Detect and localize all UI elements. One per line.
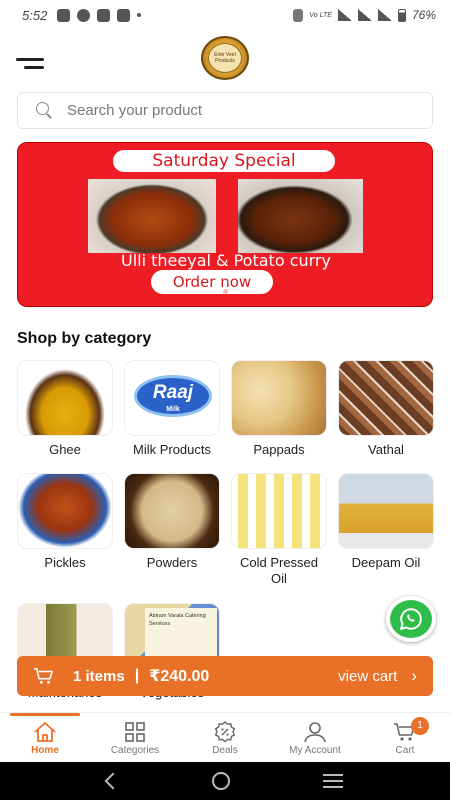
cart-badge: 1 xyxy=(411,717,429,735)
separator: | xyxy=(134,667,140,684)
category-label: Milk Products xyxy=(132,442,212,457)
nav-label: Categories xyxy=(110,745,160,756)
promo-banner[interactable]: Saturday Special Ulli theeyal & Potato c… xyxy=(17,142,433,307)
nav-label: My Account xyxy=(289,745,341,756)
signal-icon xyxy=(357,9,372,21)
category-label: Cold Pressed Oil xyxy=(239,555,319,586)
grid-icon xyxy=(125,722,145,742)
whatsapp-button[interactable] xyxy=(386,596,436,642)
category-grid: Ghee Raaj Milk Milk Products Pappads Vath… xyxy=(17,360,437,705)
view-cart-bar[interactable]: 1 items | ₹240.00 view cart › xyxy=(17,656,433,696)
nav-cart[interactable]: 1 Cart xyxy=(360,717,450,756)
banner-title: Saturday Special xyxy=(113,150,335,172)
section-title: Shop by category xyxy=(17,330,152,347)
category-deepam-oil[interactable]: Deepam Oil xyxy=(338,473,434,571)
home-icon xyxy=(34,722,56,742)
category-pickles[interactable]: Pickles xyxy=(17,473,113,571)
search-input[interactable] xyxy=(67,102,387,119)
search-icon xyxy=(36,102,53,119)
category-vathal[interactable]: Vathal xyxy=(338,360,434,458)
discount-icon xyxy=(214,721,236,743)
system-status-icons: Vo LTE 76% xyxy=(293,8,436,22)
category-cold-pressed-oil[interactable]: Cold Pressed Oil xyxy=(231,473,327,587)
wifi-icon xyxy=(337,9,352,21)
nav-label: Cart xyxy=(395,745,415,756)
category-label: Powders xyxy=(146,555,198,570)
cart-item-count: 1 items xyxy=(73,667,125,685)
menu-button[interactable] xyxy=(16,56,48,74)
mail-notification-icon xyxy=(117,8,131,22)
nav-home[interactable]: Home xyxy=(0,721,90,756)
home-circle-icon[interactable] xyxy=(211,772,230,790)
whatsapp-icon xyxy=(399,608,422,631)
chevron-right-icon: › xyxy=(411,666,417,685)
category-label: Deepam Oil xyxy=(351,555,421,570)
menu-icon xyxy=(16,58,44,61)
cart-icon xyxy=(34,667,53,684)
pickles-image xyxy=(17,473,113,549)
signal-icon xyxy=(377,9,392,21)
settings-notification-icon xyxy=(77,8,91,22)
status-time: 5:52 xyxy=(22,7,48,23)
cold-pressed-oil-image xyxy=(231,473,327,549)
view-cart-label: view cart xyxy=(338,667,398,685)
potato-curry-image xyxy=(238,179,363,253)
category-label: Pickles xyxy=(44,555,86,570)
more-notifications-icon xyxy=(137,13,142,17)
cart-total: ₹240.00 xyxy=(149,668,210,685)
recents-icon[interactable] xyxy=(323,774,344,788)
banner-subtitle: Ulli theeyal & Potato curry xyxy=(121,251,331,270)
system-navigation-bar xyxy=(0,762,450,800)
order-now-button[interactable]: Order now xyxy=(151,270,273,294)
active-tab-indicator xyxy=(10,713,80,716)
ghee-image xyxy=(17,360,113,436)
category-ghee[interactable]: Ghee xyxy=(17,360,113,458)
category-label: Ghee xyxy=(49,442,81,457)
logo-text: Ente Veet Products xyxy=(208,43,242,73)
brand-logo[interactable]: Ente Veet Products xyxy=(201,36,249,80)
status-bar: 5:52 Vo LTE 76% xyxy=(0,0,450,30)
app-notification-icon xyxy=(57,8,71,22)
category-pappads[interactable]: Pappads xyxy=(231,360,327,458)
category-label: Pappads xyxy=(253,442,305,457)
ulli-theeyal-image xyxy=(88,179,216,253)
user-icon xyxy=(304,722,326,743)
category-powders[interactable]: Powders xyxy=(124,473,220,571)
battery-level: 76% xyxy=(411,8,436,22)
raaj-logo: Raaj Milk xyxy=(134,375,212,417)
milk-products-image: Raaj Milk xyxy=(124,360,220,436)
pappads-image xyxy=(231,360,327,436)
category-milk-products[interactable]: Raaj Milk Milk Products xyxy=(124,360,220,458)
vibrate-icon xyxy=(293,8,304,22)
nav-label: Deals xyxy=(212,745,238,756)
app-header: Ente Veet Products xyxy=(0,34,450,84)
mail-notification-icon xyxy=(97,8,111,22)
carousel-indicator xyxy=(213,289,228,294)
nav-my-account[interactable]: My Account xyxy=(270,721,360,756)
network-type: Vo LTE xyxy=(309,11,332,19)
nav-label: Home xyxy=(31,745,59,756)
nav-deals[interactable]: Deals xyxy=(180,721,270,756)
vathal-image xyxy=(338,360,434,436)
notification-icons xyxy=(57,8,142,22)
search-bar[interactable] xyxy=(17,92,433,129)
nav-categories[interactable]: Categories xyxy=(90,721,180,756)
powders-image xyxy=(124,473,220,549)
battery-icon xyxy=(397,8,406,22)
category-label: Vathal xyxy=(368,442,404,457)
deepam-oil-image xyxy=(338,473,434,549)
bottom-navigation: Home Categories Deals My Account 1 Cart xyxy=(0,712,450,762)
menu-icon xyxy=(24,66,44,69)
back-icon[interactable] xyxy=(104,772,122,790)
